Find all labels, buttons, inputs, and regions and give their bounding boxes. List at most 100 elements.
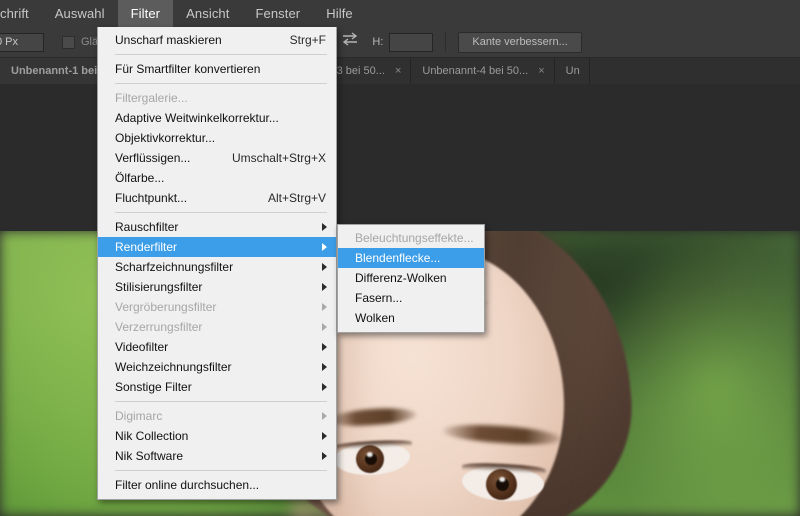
chevron-right-icon: [322, 432, 327, 440]
submenu-item-wolken[interactable]: Wolken: [338, 308, 484, 328]
menu-item-sonstige-filter[interactable]: Sonstige Filter: [98, 377, 336, 397]
menu-item-stilisierungsfilter[interactable]: Stilisierungsfilter: [98, 277, 336, 297]
menu-item-label: Nik Software: [115, 449, 184, 463]
filter-dropdown-menu: Unscharf maskieren Strg+F Für Smartfilter …: [97, 27, 337, 500]
menubar-item-filter[interactable]: Filter: [117, 0, 174, 27]
submenu-item-label: Differenz-Wolken: [355, 271, 447, 285]
height-input[interactable]: [389, 32, 434, 52]
menu-item-scharfzeichnungsfilter[interactable]: Scharfzeichnungsfilter: [98, 257, 336, 277]
menu-item-verfl-ssigen[interactable]: Verflüssigen... Umschalt+Strg+X: [98, 148, 336, 168]
menubar-item-hilfe[interactable]: Hilfe: [313, 0, 366, 27]
menu-item-f-r-smartfilter-konvertieren[interactable]: Für Smartfilter konvertieren: [98, 59, 336, 79]
menubar-item-fenster[interactable]: Fenster: [242, 0, 313, 27]
menu-item-filter-online-durchsuchen[interactable]: Filter online durchsuchen...: [98, 475, 336, 495]
chevron-right-icon: [322, 283, 327, 291]
menu-item-vergr-berungsfilter: Vergröberungsfilter: [98, 297, 336, 317]
menubar-item-schrift[interactable]: chrift: [0, 0, 42, 27]
feather-value: 0 Px: [0, 36, 19, 48]
menubar-label: Fenster: [255, 6, 301, 21]
submenu-item-differenz-wolken[interactable]: Differenz-Wolken: [338, 268, 484, 288]
menu-item-label: Renderfilter: [115, 240, 178, 254]
submenu-item-beleuchtungseffekte: Beleuchtungseffekte...: [338, 228, 484, 248]
tab-close-icon[interactable]: ×: [538, 65, 544, 77]
renderfilter-submenu: Beleuchtungseffekte... Blendenflecke... Di…: [337, 224, 485, 333]
menu-item-rauschfilter[interactable]: Rauschfilter: [98, 217, 336, 237]
menubar-label: Auswahl: [54, 6, 105, 21]
submenu-item-label: Fasern...: [355, 291, 403, 305]
refine-edge-label: Kante verbessern...: [472, 36, 568, 48]
menu-item-label: Objektivkorrektur...: [115, 131, 216, 145]
menu-bar: chrift Auswahl Filter Ansicht Fenster Hi…: [0, 0, 800, 27]
menu-item-label: Adaptive Weitwinkelkorrektur...: [115, 111, 279, 125]
menu-item-label: Filter online durchsuchen...: [115, 478, 260, 492]
menu-item-shortcut: Alt+Strg+V: [267, 191, 326, 205]
document-tab[interactable]: Unbenannt-4 bei 50... ×: [411, 58, 555, 84]
menu-item-label: Filtergalerie...: [115, 91, 188, 105]
menu-item-renderfilter[interactable]: Renderfilter: [98, 237, 336, 257]
menu-item-nik-collection[interactable]: Nik Collection: [98, 426, 336, 446]
chevron-right-icon: [322, 303, 327, 311]
menu-separator: [115, 83, 327, 84]
menubar-label: Hilfe: [326, 6, 353, 21]
menubar-label: Filter: [130, 6, 161, 21]
menu-item-shortcut: Strg+F: [289, 33, 326, 47]
menubar-label: Ansicht: [186, 6, 230, 21]
menu-item-label: Fluchtpunkt...: [115, 191, 188, 205]
chevron-right-icon: [322, 452, 327, 460]
swap-arrows-icon[interactable]: [340, 32, 360, 52]
submenu-item-label: Wolken: [355, 311, 395, 325]
menu-item-unscharf-maskieren[interactable]: Unscharf maskieren Strg+F: [98, 30, 336, 50]
menu-item-label: Digimarc: [115, 409, 163, 423]
menu-item-label: Verzerrungsfilter: [115, 320, 203, 334]
menu-item-label: Verflüssigen...: [115, 151, 191, 165]
menu-separator: [115, 401, 327, 402]
submenu-item-fasern[interactable]: Fasern...: [338, 288, 484, 308]
menubar-label: chrift: [0, 6, 29, 21]
menu-separator: [115, 54, 327, 55]
menu-item-label: Für Smartfilter konvertieren: [115, 62, 261, 76]
options-divider: [445, 32, 447, 52]
menu-item-verzerrungsfilter: Verzerrungsfilter: [98, 317, 336, 337]
menu-item-label: Nik Collection: [115, 429, 189, 443]
menu-separator: [115, 212, 327, 213]
menu-item-label: Vergröberungsfilter: [115, 300, 217, 314]
submenu-item-label: Beleuchtungseffekte...: [355, 231, 474, 245]
menu-item-shortcut: Umschalt+Strg+X: [231, 151, 326, 165]
chevron-right-icon: [322, 223, 327, 231]
tab-title: Unbenannt-1 bei 1: [11, 65, 107, 77]
tab-title: Un: [565, 65, 580, 77]
menu-item-label: Videofilter: [115, 340, 169, 354]
submenu-item-blendenflecke[interactable]: Blendenflecke...: [338, 248, 484, 268]
document-tab[interactable]: Un: [554, 58, 590, 84]
menu-item-objektivkorrektur[interactable]: Objektivkorrektur...: [98, 128, 336, 148]
menu-item-adaptive-weitwinkelkorrektur[interactable]: Adaptive Weitwinkelkorrektur...: [98, 108, 336, 128]
chevron-right-icon: [322, 412, 327, 420]
menubar-item-ansicht[interactable]: Ansicht: [173, 0, 242, 27]
tab-title: Unbenannt-4 bei 50...: [422, 65, 529, 77]
menu-item-label: Unscharf maskieren: [115, 33, 222, 47]
menu-item-nik-software[interactable]: Nik Software: [98, 446, 336, 466]
menu-item-label: Weichzeichnungsfilter: [115, 360, 232, 374]
antialias-checkbox[interactable]: [62, 35, 75, 49]
feather-input[interactable]: 0 Px: [0, 32, 44, 52]
menu-item-label: Stilisierungsfilter: [115, 280, 203, 294]
chevron-right-icon: [322, 263, 327, 271]
menu-separator: [115, 470, 327, 471]
menu-item-label: Sonstige Filter: [115, 380, 192, 394]
menu-item-label: Ölfarbe...: [115, 171, 165, 185]
height-label: H:: [372, 36, 384, 48]
menu-item-weichzeichnungsfilter[interactable]: Weichzeichnungsfilter: [98, 357, 336, 377]
submenu-item-label: Blendenflecke...: [355, 251, 441, 265]
tab-close-icon[interactable]: ×: [395, 65, 401, 77]
swap-arrows-glyph: [343, 32, 358, 46]
refine-edge-button[interactable]: Kante verbessern...: [458, 31, 582, 53]
menu-item-videofilter[interactable]: Videofilter: [98, 337, 336, 357]
chevron-right-icon: [322, 243, 327, 251]
menu-item-digimarc: Digimarc: [98, 406, 336, 426]
menu-item-label: Rauschfilter: [115, 220, 179, 234]
menu-item-fluchtpunkt[interactable]: Fluchtpunkt... Alt+Strg+V: [98, 188, 336, 208]
menu-item-lfarbe[interactable]: Ölfarbe...: [98, 168, 336, 188]
photoshop-window: 0 Px Glätte H: Kante verbessern... Unben…: [0, 0, 800, 516]
menubar-item-auswahl[interactable]: Auswahl: [42, 0, 118, 27]
chevron-right-icon: [322, 323, 327, 331]
